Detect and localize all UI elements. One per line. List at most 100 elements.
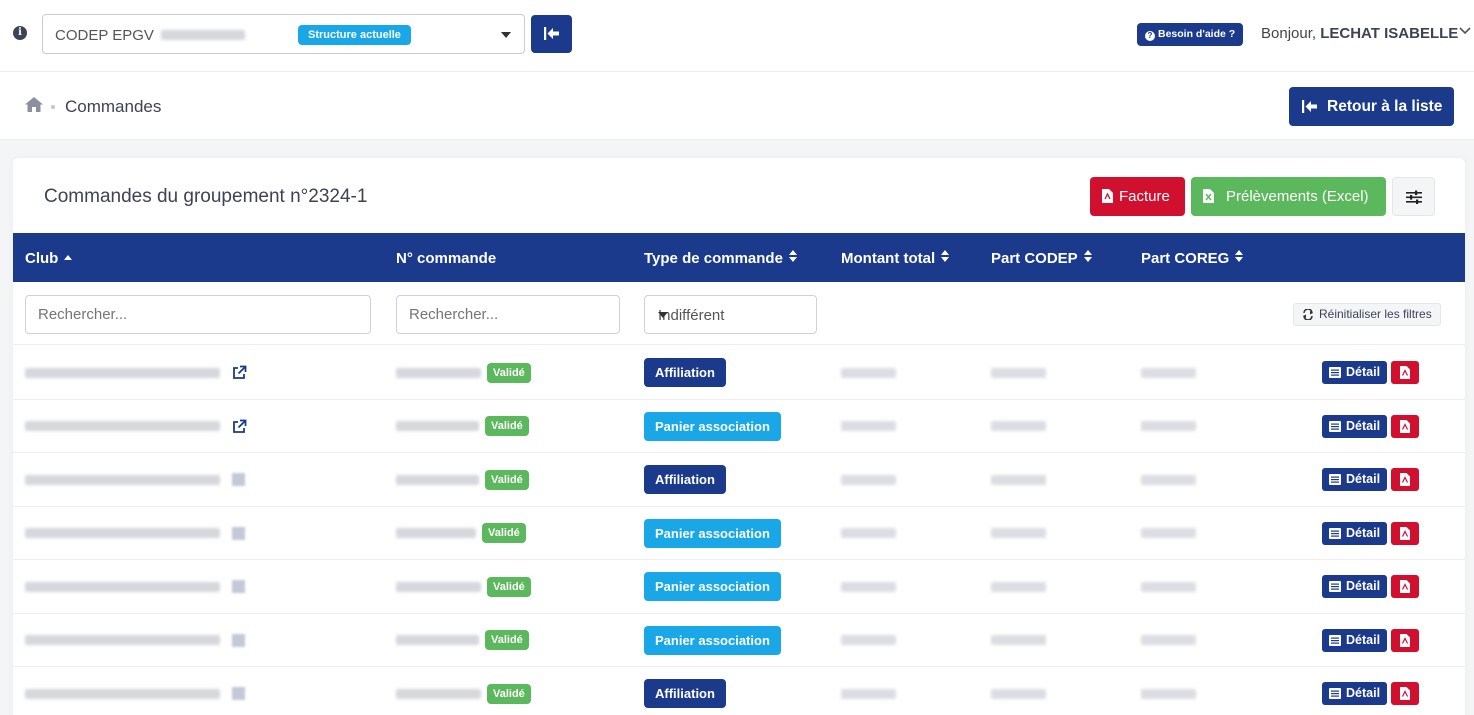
help-button[interactable]: ? Besoin d'aide ? [1137,23,1244,46]
codep-share-redacted [991,528,1046,538]
order-number-redacted [396,635,479,645]
column-header-coreg-share[interactable]: Part COREG [1141,250,1244,267]
total-amount-redacted [841,474,896,485]
status-badge: Validé [485,416,529,436]
table-row: Validé Panier association Détail [13,614,1465,667]
status-badge: Validé [487,683,531,704]
file-pdf-icon [1400,687,1411,700]
club-name-redacted [25,581,220,592]
arrow-left-bar-icon [1302,100,1317,113]
order-type-select[interactable]: Indifférent [644,295,817,334]
codep-share-cell [991,560,1046,613]
external-link-icon[interactable] [232,419,247,434]
order-type-badge: Panier association [644,518,781,548]
coreg-share-cell [1141,614,1196,667]
structure-select[interactable]: CODEP EPGV Structure actuelle [42,14,525,54]
pdf-button[interactable] [1391,521,1420,545]
codep-share-cell [991,453,1046,506]
invoice-label: Facture [1119,188,1170,205]
detail-button[interactable]: Détail [1322,361,1388,384]
help-label: Besoin d'aide ? [1158,28,1236,40]
column-header-total-amount[interactable]: Montant total [841,250,950,267]
coreg-share-redacted [1141,635,1196,645]
detail-button[interactable]: Détail [1322,628,1388,652]
detail-label: Détail [1346,686,1381,700]
table-row: Validé Panier association Détail [13,507,1465,560]
pdf-button[interactable] [1391,468,1420,491]
detail-button[interactable]: Détail [1322,682,1388,705]
club-name-redacted [25,528,220,538]
pdf-button[interactable] [1391,682,1420,705]
actions-cell: Détail [1322,346,1420,399]
order-number-cell: Validé [396,614,529,667]
column-header-club[interactable]: Club [25,250,73,267]
info-icon[interactable]: i [13,26,27,40]
column-label: Club [25,250,59,267]
invoice-button[interactable]: Facture [1090,177,1185,216]
column-label: Part COREG [1141,250,1230,267]
order-number-search-input[interactable] [396,295,620,334]
breadcrumb: Commandes Retour à la liste [0,72,1474,140]
greeting-prefix: Bonjour, [1261,25,1317,42]
pdf-button[interactable] [1391,414,1420,438]
order-number-redacted [396,528,476,538]
detail-label: Détail [1346,418,1381,433]
club-cell [25,400,247,453]
order-number-cell: Validé [396,667,531,715]
list-icon [1329,367,1341,378]
user-menu[interactable]: Bonjour, LECHAT ISABELLE [1261,25,1458,42]
column-header-order-type[interactable]: Type de commande [644,250,797,267]
detail-button[interactable]: Détail [1322,468,1388,491]
codep-share-cell [991,614,1046,667]
table-row: Validé Affiliation Détail [13,346,1465,400]
club-cell [25,560,245,613]
detail-button[interactable]: Détail [1322,521,1388,545]
order-type-cell: Affiliation [644,667,726,715]
chevron-down-icon[interactable] [1459,27,1471,35]
detail-button[interactable]: Détail [1322,575,1388,598]
file-pdf-icon [1400,580,1411,593]
orders-card: Commandes du groupement n°2324-1 Facture… [13,158,1465,715]
status-badge: Validé [487,576,531,597]
total-amount-cell [841,346,896,399]
list-icon [1329,688,1341,699]
reset-filters-button[interactable]: Réinitialiser les filtres [1293,303,1441,326]
column-header-order-number: N° commande [396,250,496,267]
sort-icon [788,250,797,262]
coreg-share-cell [1141,560,1196,613]
external-link-icon[interactable] [232,365,247,380]
detail-button[interactable]: Détail [1322,414,1388,438]
excel-export-button[interactable]: Prélèvements (Excel) [1191,177,1386,216]
order-number-cell: Validé [396,346,531,399]
column-header-codep-share[interactable]: Part CODEP [991,250,1092,267]
total-amount-redacted [841,528,896,538]
pdf-button[interactable] [1391,361,1420,384]
back-to-list-button[interactable]: Retour à la liste [1289,87,1454,126]
club-search-input[interactable] [25,295,371,334]
actions-cell: Détail [1322,560,1420,613]
home-icon[interactable] [25,97,43,112]
detail-label: Détail [1346,632,1381,647]
column-label: Type de commande [644,250,783,267]
order-number-cell: Validé [396,560,531,613]
column-settings-button[interactable] [1392,177,1435,216]
excel-export-label: Prélèvements (Excel) [1226,188,1369,205]
total-amount-cell [841,453,896,506]
actions-cell: Détail [1322,614,1420,667]
coreg-share-cell [1141,400,1196,453]
club-cell [25,346,247,399]
codep-share-redacted [991,581,1046,592]
pdf-button[interactable] [1391,575,1420,598]
detail-label: Détail [1346,579,1381,593]
list-icon [1329,527,1341,539]
actions-cell: Détail [1322,453,1420,506]
pdf-button[interactable] [1391,628,1420,652]
status-badge: Validé [485,630,529,650]
top-bar: i CODEP EPGV Structure actuelle ? Besoin … [0,0,1474,72]
collapse-button[interactable] [531,15,572,53]
table-header: Club N° commande Type de commande Montan… [13,233,1465,282]
order-type-badge: Affiliation [644,679,726,708]
club-icon-redacted [232,580,245,593]
table-row: Validé Affiliation Détail [13,667,1465,715]
breadcrumb-separator [51,105,55,109]
